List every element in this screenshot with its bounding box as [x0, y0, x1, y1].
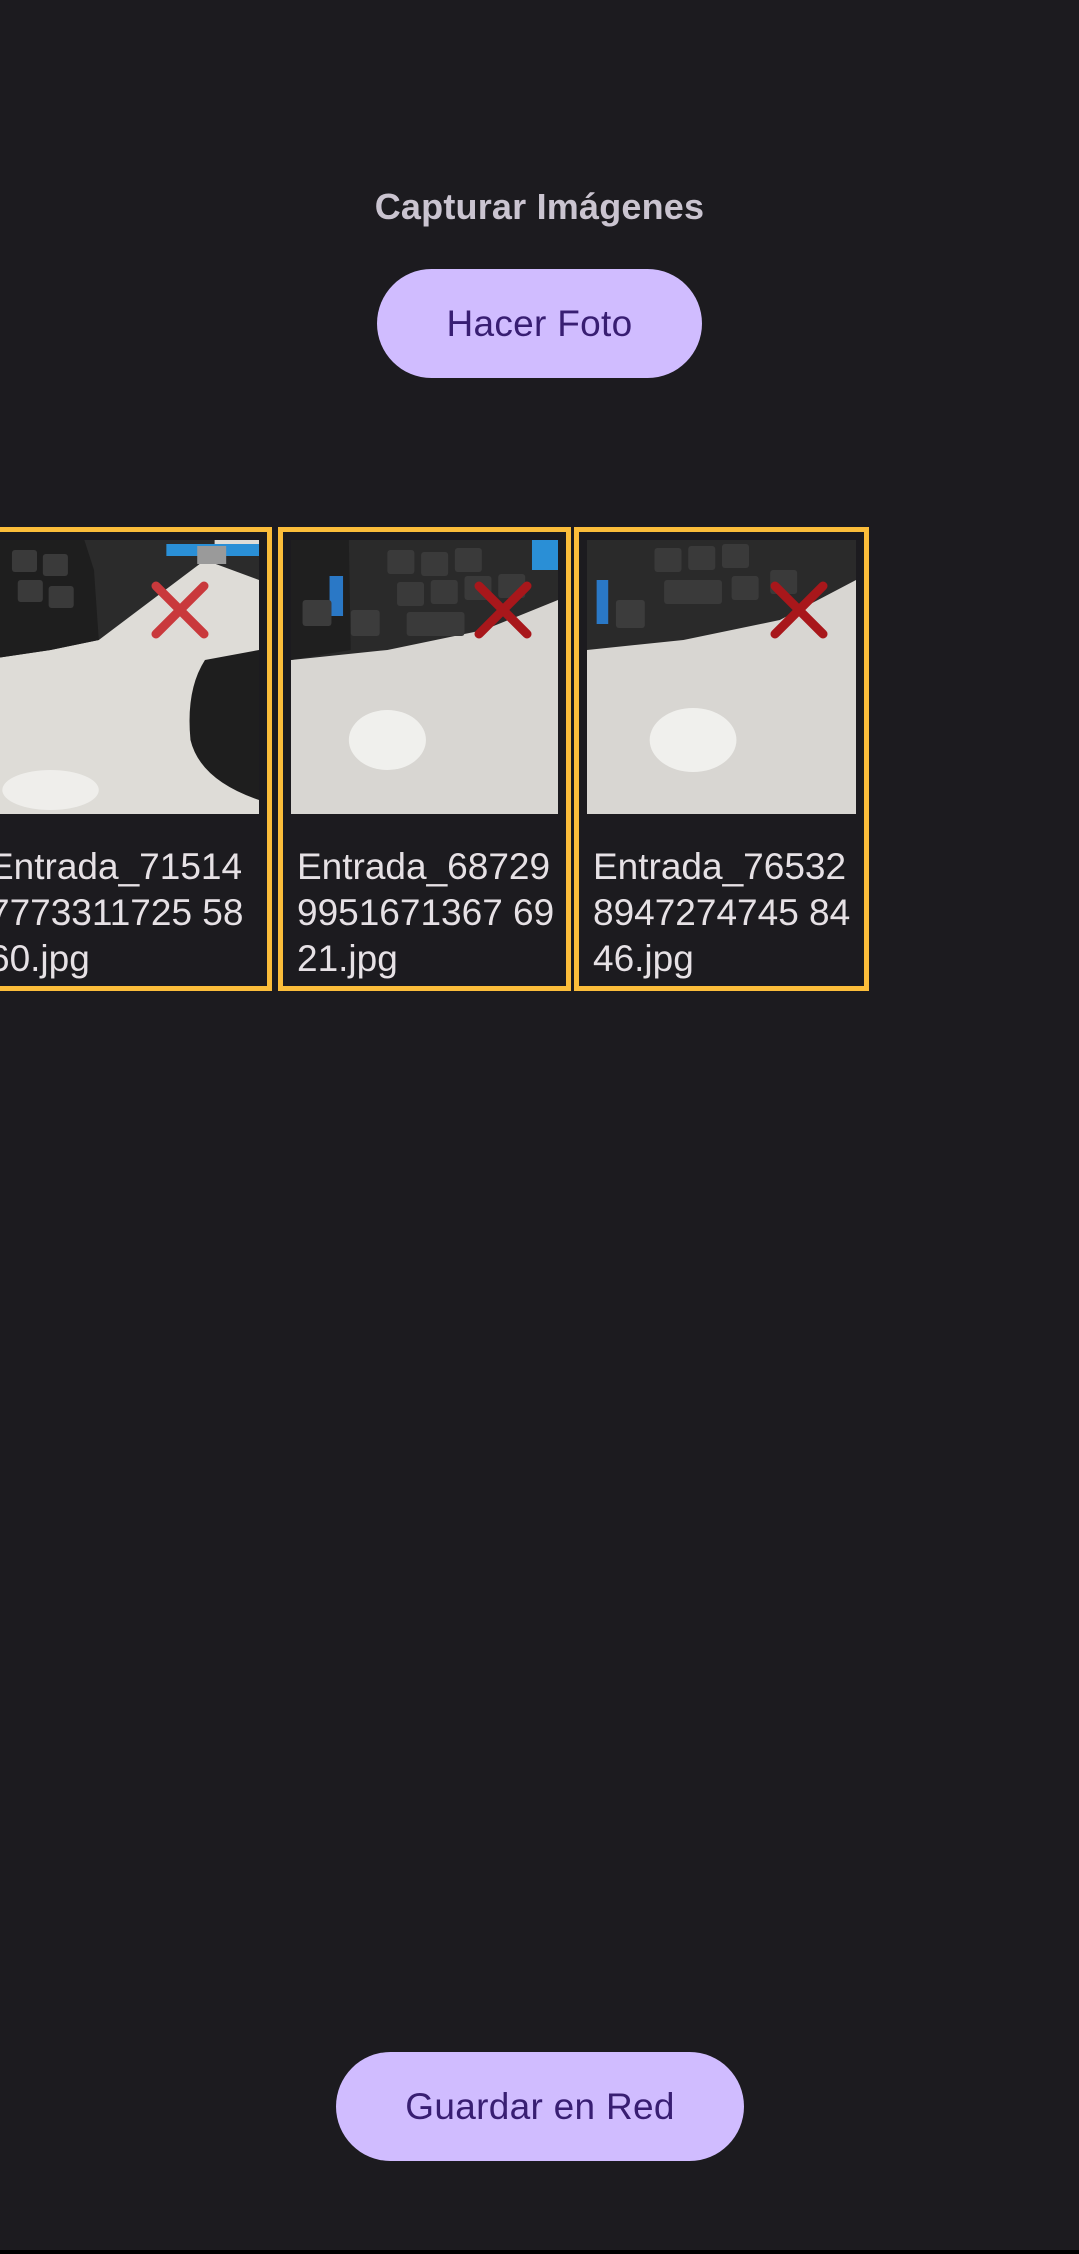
image-card[interactable]: Entrada_765328947274745 8446.jpg [574, 527, 869, 991]
page-title: Capturar Imágenes [374, 186, 705, 227]
bottom-divider [0, 2250, 1079, 2254]
image-filename: Entrada_687299951671367 6921.jpg [297, 846, 555, 979]
image-card[interactable]: Entrada_715147773311725 5860.jpg [0, 527, 272, 991]
close-icon[interactable] [471, 578, 535, 642]
image-filename: Entrada_715147773311725 5860.jpg [0, 846, 244, 979]
photo-thumbnail [291, 540, 558, 814]
photo-thumbnail [587, 540, 856, 814]
close-icon[interactable] [767, 578, 831, 642]
save-to-network-button[interactable]: Guardar en Red [336, 2052, 744, 2161]
image-card[interactable]: Entrada_687299951671367 6921.jpg [278, 527, 571, 991]
image-filename: Entrada_765328947274745 8446.jpg [593, 846, 851, 979]
take-photo-button[interactable]: Hacer Foto [377, 269, 702, 378]
image-gallery[interactable]: Entrada_715147773311725 5860.jpg [0, 527, 870, 991]
close-icon[interactable] [148, 578, 212, 642]
photo-thumbnail [0, 540, 259, 814]
